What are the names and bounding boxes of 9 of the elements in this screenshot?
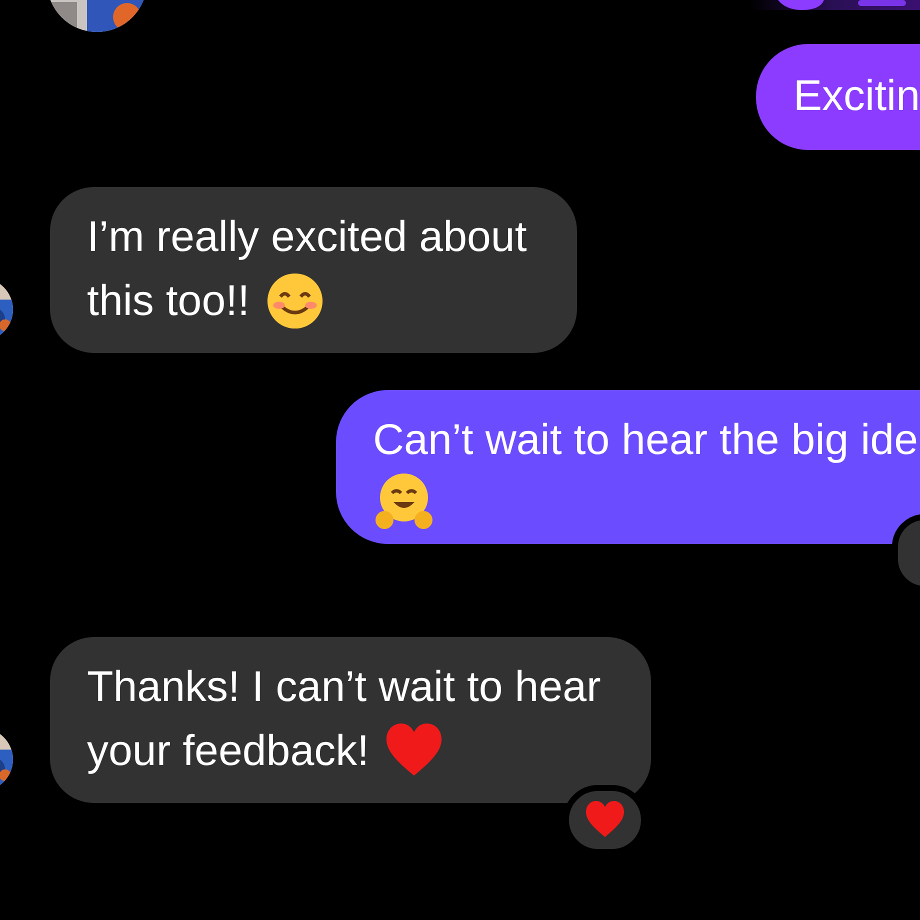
message-text: I’m really excited about — [87, 212, 527, 263]
message-text: Thanks! I can’t wait to hear — [87, 662, 601, 713]
message-text: your feedback! — [87, 726, 370, 777]
hugging-face-icon — [373, 472, 435, 532]
message-text: Can’t wait to hear the big ide — [373, 415, 918, 466]
message-text: Excitin — [793, 71, 920, 122]
message-text: this too!! — [87, 276, 250, 327]
heart-icon — [584, 800, 626, 840]
smiling-face-icon — [266, 272, 324, 330]
